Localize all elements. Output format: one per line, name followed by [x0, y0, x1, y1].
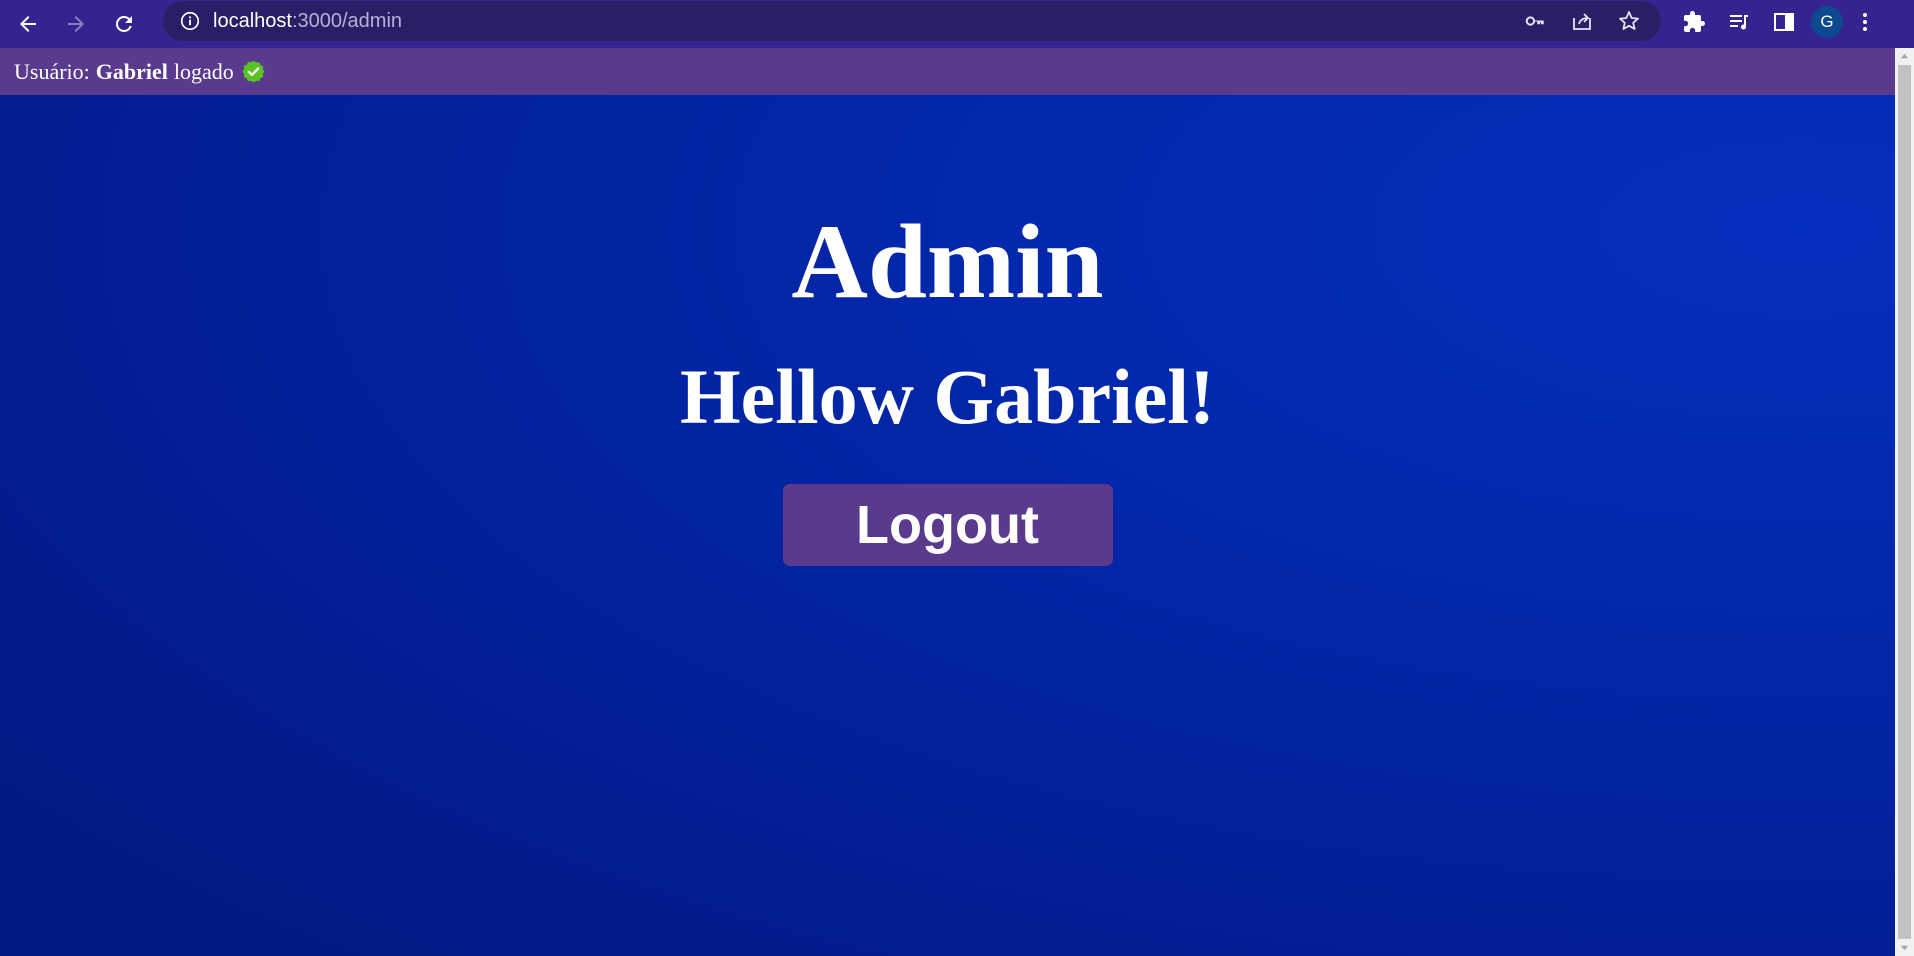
more-vert-icon[interactable]: [1853, 6, 1877, 38]
reload-icon: [115, 15, 132, 32]
page-title: Admin: [791, 203, 1104, 320]
greeting-heading: Hellow Gabriel!: [679, 353, 1216, 440]
scrollbar-thumb[interactable]: [1898, 65, 1911, 939]
status-prefix: Usuário:: [14, 58, 90, 84]
admin-content: Admin Hellow Gabriel! Logout: [0, 95, 1895, 566]
status-user-name: Gabriel: [95, 58, 168, 84]
side-panel-icon[interactable]: [1766, 4, 1802, 40]
browser-toolbar: localhost:3000/admin G: [0, 0, 1914, 48]
vertical-scrollbar[interactable]: [1895, 48, 1914, 956]
url-path: :3000/admin: [291, 9, 403, 32]
address-bar[interactable]: localhost:3000/admin: [163, 1, 1661, 41]
toolbar-actions: G: [1676, 0, 1877, 44]
scroll-down-icon[interactable]: [1895, 939, 1914, 956]
check-badge-icon: [241, 59, 266, 84]
scroll-up-icon[interactable]: [1895, 48, 1914, 65]
url-text[interactable]: localhost:3000/admin: [213, 10, 402, 33]
login-status-bar: Usuário: Gabriel logado: [0, 48, 1895, 95]
puzzle-icon[interactable]: [1676, 4, 1712, 40]
page-viewport: Usuário: Gabriel logado Admin Hellow Gab…: [0, 48, 1895, 956]
status-suffix: logado: [173, 58, 234, 84]
url-host: localhost: [213, 9, 292, 32]
logout-button[interactable]: Logout: [782, 484, 1113, 566]
key-icon[interactable]: [1519, 5, 1551, 37]
media-queue-icon[interactable]: [1721, 4, 1757, 40]
omnibox-actions: [1519, 1, 1645, 41]
profile-avatar[interactable]: G: [1811, 6, 1843, 38]
forward-button[interactable]: [59, 7, 93, 41]
reload-button[interactable]: [107, 7, 141, 41]
star-icon[interactable]: [1613, 5, 1645, 37]
arrow-left-icon: [20, 16, 36, 32]
info-icon[interactable]: [178, 9, 202, 33]
back-button[interactable]: [11, 7, 45, 41]
arrow-right-icon: [68, 16, 84, 32]
share-icon[interactable]: [1566, 5, 1598, 37]
